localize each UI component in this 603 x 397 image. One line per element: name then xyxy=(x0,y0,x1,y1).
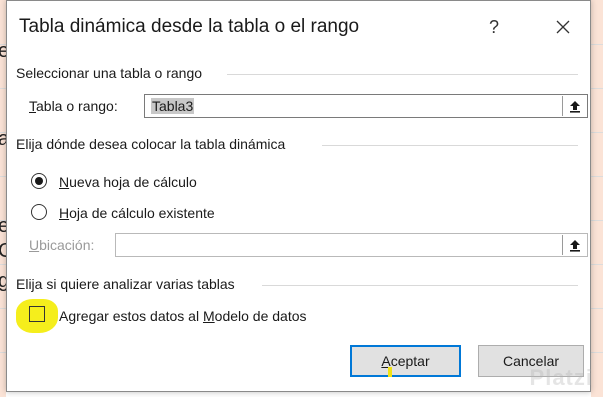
existing-worksheet-label[interactable]: Hoja de cálculo existente xyxy=(59,205,215,221)
cursor-highlight-mark xyxy=(388,367,392,377)
data-model-text-suffix: odelo de datos xyxy=(214,308,307,324)
location-input[interactable] xyxy=(115,233,588,257)
close-button[interactable] xyxy=(548,13,578,41)
dialog-titlebar: Tabla dinámica desde la tabla o el rango… xyxy=(7,1,590,51)
watermark-logo: Platzi xyxy=(529,365,593,390)
new-worksheet-label[interactable]: Nueva hoja de cálculo xyxy=(59,174,197,190)
new-worksheet-text: ueva hoja de cálculo xyxy=(69,174,197,190)
new-worksheet-radio[interactable] xyxy=(31,173,47,189)
select-section-title: Seleccionar una tabla o rango xyxy=(16,65,203,81)
placement-section-title: Elija dónde desea colocar la tabla dinám… xyxy=(16,136,286,152)
range-input[interactable]: Tabla3 xyxy=(144,94,588,118)
data-model-label[interactable]: Agregar estos datos al Modelo de datos xyxy=(59,308,307,324)
section-separator xyxy=(262,285,578,286)
radio-selected-dot xyxy=(35,177,43,185)
location-collapse-button[interactable] xyxy=(562,235,586,255)
section-separator xyxy=(227,74,578,75)
location-label-accesskey: U xyxy=(29,237,40,253)
ok-text: ceptar xyxy=(390,353,430,369)
dialog-title: Tabla dinámica desde la tabla o el rango xyxy=(19,16,360,37)
data-model-text-prefix: Agregar estos datos al xyxy=(59,308,203,324)
help-button[interactable]: ? xyxy=(479,13,509,41)
upload-arrow-icon xyxy=(569,239,580,252)
location-label: Ubicación: xyxy=(29,237,94,253)
data-model-accesskey: M xyxy=(202,308,215,324)
new-worksheet-accesskey: N xyxy=(59,174,70,190)
range-collapse-button[interactable] xyxy=(562,96,586,116)
upload-arrow-icon xyxy=(569,100,580,113)
analyze-section-title: Elija si quiere analizar varias tablas xyxy=(16,276,235,292)
existing-worksheet-text: oja de cálculo existente xyxy=(69,205,215,221)
range-label-text: abla o rango: xyxy=(36,98,118,114)
cell-fill-right xyxy=(591,0,603,397)
ok-button[interactable]: Aceptar xyxy=(350,345,461,377)
location-label-text: bicación: xyxy=(39,237,95,253)
existing-worksheet-accesskey: H xyxy=(59,205,70,221)
range-label-accesskey: T xyxy=(29,98,36,114)
section-separator xyxy=(322,145,578,146)
range-label: Tabla o rango: xyxy=(29,98,118,114)
data-model-checkbox[interactable] xyxy=(29,306,45,322)
pivot-table-dialog: Tabla dinámica desde la tabla o el rango… xyxy=(6,0,591,392)
close-icon xyxy=(556,20,570,34)
existing-worksheet-radio[interactable] xyxy=(31,204,47,220)
range-input-value: Tabla3 xyxy=(151,98,195,114)
